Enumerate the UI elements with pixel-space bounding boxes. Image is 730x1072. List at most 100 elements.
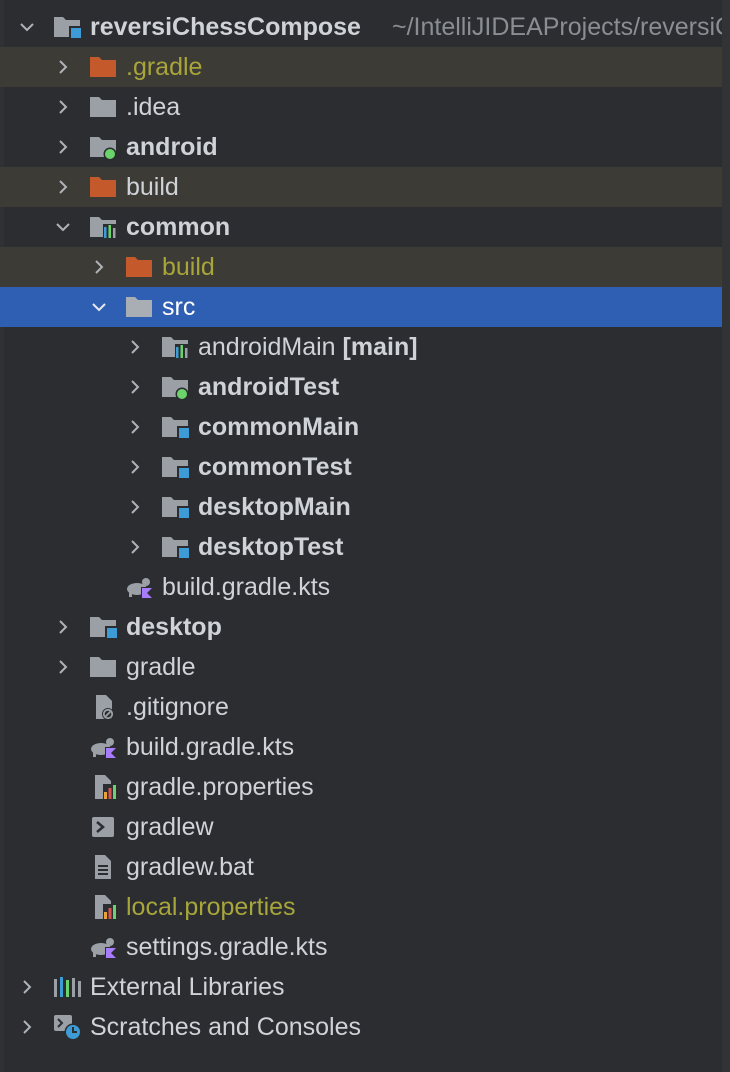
folder-label: .gradle xyxy=(126,53,203,81)
chevron-right-icon[interactable] xyxy=(124,487,146,527)
chevron-right-icon[interactable] xyxy=(52,167,74,207)
android-module-folder-icon xyxy=(88,133,118,161)
tree-row-common-src[interactable]: src xyxy=(0,287,722,327)
scratches-icon xyxy=(52,1013,82,1041)
file-label: gradlew xyxy=(126,813,214,841)
tree-row-source-set[interactable]: commonMain xyxy=(0,407,722,447)
folder-label: build xyxy=(126,173,179,201)
chevron-right-icon[interactable] xyxy=(124,407,146,447)
gradle-kotlin-script-icon xyxy=(88,733,118,761)
tree-row-file[interactable]: gradle.properties xyxy=(0,767,722,807)
folder-label: gradle xyxy=(126,653,196,681)
module-folder-icon xyxy=(160,413,190,441)
tree-row-external-libraries[interactable]: External Libraries xyxy=(0,967,722,1007)
module-label: common xyxy=(126,213,231,241)
tree-row-source-set[interactable]: androidMain [main] xyxy=(0,327,722,367)
tree-row-file[interactable]: .gitignore xyxy=(0,687,722,727)
excluded-folder-icon xyxy=(88,53,118,81)
tree-row-scratches[interactable]: Scratches and Consoles xyxy=(0,1007,722,1047)
chevron-right-icon[interactable] xyxy=(124,527,146,567)
properties-file-icon xyxy=(88,773,118,801)
module-library-folder-icon xyxy=(160,333,190,361)
chevron-right-icon[interactable] xyxy=(52,87,74,127)
folder-icon xyxy=(88,653,118,681)
chevron-right-icon[interactable] xyxy=(88,247,110,287)
chevron-right-icon[interactable] xyxy=(52,127,74,167)
folder-icon xyxy=(124,293,154,321)
scratches-label: Scratches and Consoles xyxy=(90,1013,361,1041)
module-folder-icon xyxy=(160,493,190,521)
folder-label: build xyxy=(162,253,215,281)
file-label: build.gradle.kts xyxy=(162,573,331,601)
tree-row-desktop-module[interactable]: desktop xyxy=(0,607,722,647)
chevron-right-icon[interactable] xyxy=(52,647,74,687)
chevron-down-icon[interactable] xyxy=(88,287,110,327)
folder-label: src xyxy=(162,293,196,321)
source-set-label: commonMain xyxy=(198,413,360,441)
tree-row-root[interactable]: reversiChessCompose ~/IntelliJIDEAProjec… xyxy=(0,7,722,47)
chevron-down-icon[interactable] xyxy=(52,207,74,247)
tree-row-build-dir[interactable]: build xyxy=(0,167,722,207)
gradle-kotlin-script-icon xyxy=(124,573,154,601)
tree-row-idea-dir[interactable]: .idea xyxy=(0,87,722,127)
tree-row-android-module[interactable]: android xyxy=(0,127,722,167)
vertical-scrollbar[interactable] xyxy=(722,0,730,1072)
file-label: gradle.properties xyxy=(126,773,314,801)
source-set-label: androidMain [main] xyxy=(198,327,418,367)
source-set-label: androidTest xyxy=(198,373,340,401)
excluded-folder-icon xyxy=(88,173,118,201)
tree-row-source-set[interactable]: commonTest xyxy=(0,447,722,487)
source-set-label: desktopMain xyxy=(198,493,351,521)
source-set-label: desktopTest xyxy=(198,533,344,561)
file-label: settings.gradle.kts xyxy=(126,933,328,961)
chevron-right-icon[interactable] xyxy=(124,327,146,367)
source-set-name: androidMain xyxy=(198,333,336,361)
root-project-path: ~/IntelliJIDEAProjects/reversiChessCompo… xyxy=(392,13,722,41)
text-file-icon xyxy=(88,853,118,881)
chevron-right-icon[interactable] xyxy=(52,47,74,87)
gitignore-file-icon xyxy=(88,693,118,721)
tree-row-source-set[interactable]: androidTest xyxy=(0,367,722,407)
tree-row-file[interactable]: settings.gradle.kts xyxy=(0,927,722,967)
libraries-icon xyxy=(52,973,82,1001)
source-set-suffix: [main] xyxy=(335,333,418,361)
chevron-right-icon[interactable] xyxy=(16,967,38,1007)
module-label: desktop xyxy=(126,613,222,641)
gradle-kotlin-script-icon xyxy=(88,933,118,961)
module-folder-icon xyxy=(88,613,118,641)
shell-script-icon xyxy=(88,813,118,841)
project-tree: reversiChessCompose ~/IntelliJIDEAProjec… xyxy=(0,7,722,1047)
tree-row-gradle-dir[interactable]: .gradle xyxy=(0,47,722,87)
tree-row-source-set[interactable]: desktopMain xyxy=(0,487,722,527)
tree-row-file[interactable]: build.gradle.kts xyxy=(0,567,722,607)
tree-row-file[interactable]: build.gradle.kts xyxy=(0,727,722,767)
tree-row-file[interactable]: local.properties xyxy=(0,887,722,927)
source-set-label: commonTest xyxy=(198,453,352,481)
tree-row-file[interactable]: gradlew xyxy=(0,807,722,847)
folder-icon xyxy=(88,93,118,121)
chevron-right-icon[interactable] xyxy=(124,447,146,487)
file-label: gradlew.bat xyxy=(126,853,254,881)
android-folder-icon xyxy=(160,373,190,401)
properties-file-icon xyxy=(88,893,118,921)
module-folder-icon xyxy=(160,453,190,481)
module-label: android xyxy=(126,133,218,161)
folder-label: .idea xyxy=(126,93,181,121)
tree-row-file[interactable]: gradlew.bat xyxy=(0,847,722,887)
module-folder-icon xyxy=(52,13,82,41)
file-label: local.properties xyxy=(126,893,296,921)
chevron-right-icon[interactable] xyxy=(52,607,74,647)
tree-row-common-build[interactable]: build xyxy=(0,247,722,287)
chevron-right-icon[interactable] xyxy=(124,367,146,407)
module-folder-icon xyxy=(160,533,190,561)
root-project-name: reversiChessCompose xyxy=(90,13,361,41)
module-library-folder-icon xyxy=(88,213,118,241)
tree-row-common-module[interactable]: common xyxy=(0,207,722,247)
excluded-folder-icon xyxy=(124,253,154,281)
chevron-right-icon[interactable] xyxy=(16,1007,38,1047)
tree-row-gradle-wrapper-dir[interactable]: gradle xyxy=(0,647,722,687)
chevron-down-icon[interactable] xyxy=(16,7,38,47)
external-libraries-label: External Libraries xyxy=(90,973,285,1001)
file-label: build.gradle.kts xyxy=(126,733,295,761)
tree-row-source-set[interactable]: desktopTest xyxy=(0,527,722,567)
